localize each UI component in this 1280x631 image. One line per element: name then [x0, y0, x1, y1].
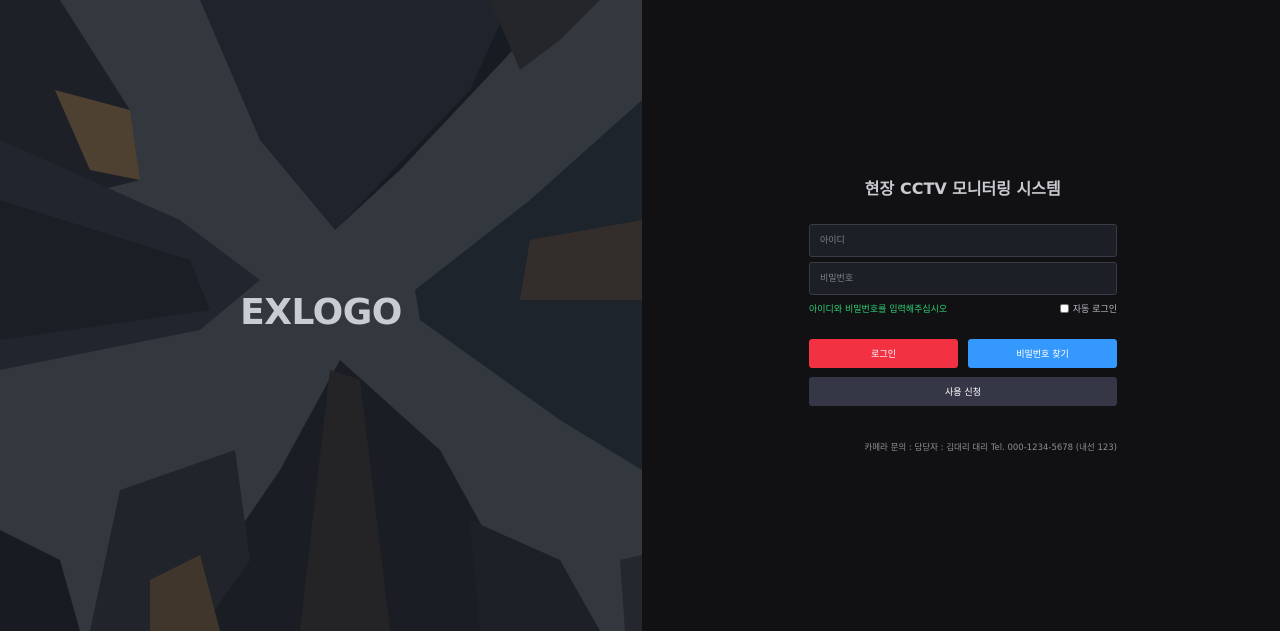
password-input[interactable] [809, 262, 1117, 295]
auto-login-label: 자동 로그인 [1072, 304, 1117, 315]
form-options-row: 아이디와 비밀번호를 입력해주십시오 자동 로그인 [809, 302, 1117, 315]
contact-info: 카메라 문의 : 담당자 : 김대리 대리 Tel. 000-1234-5678… [864, 443, 1117, 453]
login-form: 현장 CCTV 모니터링 시스템 아이디와 비밀번호를 입력해주십시오 자동 로… [809, 178, 1117, 453]
auto-login-checkbox[interactable] [1059, 303, 1069, 313]
page-title: 현장 CCTV 모니터링 시스템 [865, 179, 1061, 198]
brand-logo: EXLOGO [240, 292, 402, 333]
auto-login-option[interactable]: 자동 로그인 [1059, 302, 1117, 315]
hero-panel: EXLOGO [0, 0, 642, 631]
find-password-button[interactable]: 비밀번호 찾기 [968, 339, 1117, 368]
id-input[interactable] [809, 224, 1117, 257]
login-panel: 현장 CCTV 모니터링 시스템 아이디와 비밀번호를 입력해주십시오 자동 로… [642, 0, 1280, 631]
login-page: EXLOGO 현장 CCTV 모니터링 시스템 아이디와 비밀번호를 입력해주십… [0, 0, 1280, 631]
apply-button[interactable]: 사용 신청 [809, 377, 1117, 406]
login-button[interactable]: 로그인 [809, 339, 958, 368]
login-hint-text: 아이디와 비밀번호를 입력해주십시오 [809, 304, 948, 315]
